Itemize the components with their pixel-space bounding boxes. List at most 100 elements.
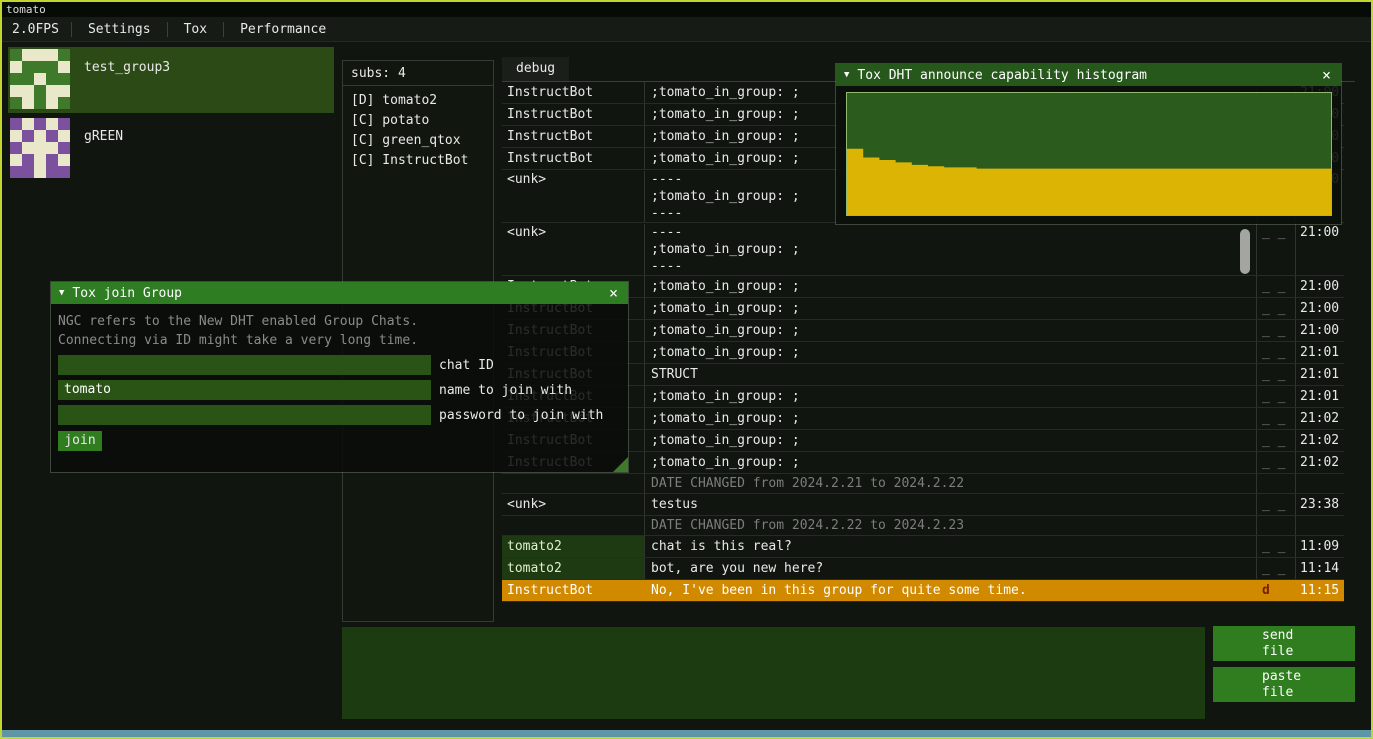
- chat-row-message: ;tomato_in_group: ;: [644, 298, 1256, 319]
- join-field-row: password to join with: [58, 405, 621, 425]
- paste-file-button[interactable]: paste file: [1213, 667, 1355, 702]
- chat-row-name: <unk>: [502, 494, 644, 515]
- avatar-pixel: [10, 49, 22, 61]
- chat-row-flags: d: [1256, 580, 1295, 601]
- avatar-pixel: [22, 118, 34, 130]
- histogram-window-titlebar[interactable]: ▼ Tox DHT announce capability histogram …: [836, 64, 1341, 86]
- chat-id-input[interactable]: [58, 355, 431, 375]
- join-name-input[interactable]: tomato: [58, 380, 431, 400]
- avatar-pixel: [34, 73, 46, 85]
- menu-item-performance[interactable]: Performance: [226, 22, 340, 37]
- menu-item-settings[interactable]: Settings: [74, 22, 165, 37]
- avatar-pixel: [22, 154, 34, 166]
- chat-row[interactable]: tomato2bot, are you new here?_ _11:14: [502, 558, 1344, 580]
- avatar-pixel: [22, 85, 34, 97]
- avatar-pixel: [22, 130, 34, 142]
- chat-row-message: No, I've been in this group for quite so…: [644, 580, 1256, 601]
- menu-separator: [71, 22, 72, 37]
- chat-row-flags: [1256, 516, 1295, 535]
- avatar-pixel: [34, 166, 46, 178]
- menu-items: Settings Tox Performance: [69, 17, 340, 41]
- avatar-pixel: [10, 118, 22, 130]
- window-title: tomato: [6, 3, 46, 16]
- collapse-arrow-icon[interactable]: ▼: [59, 288, 64, 298]
- avatar-pixel: [34, 49, 46, 61]
- send-file-button[interactable]: send file: [1213, 626, 1355, 661]
- chat-row-time: 21:00: [1295, 276, 1344, 297]
- join-field-row: tomato name to join with: [58, 380, 621, 400]
- avatar-pixel: [34, 85, 46, 97]
- avatar-pixel: [10, 85, 22, 97]
- join-password-input[interactable]: [58, 405, 431, 425]
- avatar-pixel: [46, 166, 58, 178]
- paste-file-label: paste file: [1262, 669, 1306, 701]
- collapse-arrow-icon[interactable]: ▼: [844, 70, 849, 80]
- avatar-pixel: [58, 97, 70, 109]
- chat-row[interactable]: InstructBotNo, I've been in this group f…: [502, 580, 1344, 602]
- chat-scrollbar-thumb[interactable]: [1240, 229, 1250, 274]
- subs-member[interactable]: [C] InstructBot: [343, 151, 493, 171]
- avatar-pixel: [10, 142, 22, 154]
- chat-row-message: ;tomato_in_group: ;: [644, 430, 1256, 451]
- tab-debug[interactable]: debug: [502, 57, 569, 81]
- avatar-pixel: [46, 73, 58, 85]
- contact-item-test_group3[interactable]: test_group3: [8, 47, 334, 113]
- histogram-window-body: [836, 86, 1341, 224]
- join-fields: chat ID tomato name to join with password t…: [58, 355, 621, 425]
- avatar-pixel: [46, 61, 58, 73]
- menu-item-tox[interactable]: Tox: [170, 22, 221, 37]
- contact-avatar: [10, 118, 70, 178]
- menu-separator: [167, 22, 168, 37]
- chat-row-name: <unk>: [502, 171, 644, 222]
- chat-row-name: tomato2: [502, 536, 644, 557]
- chat-row-message: DATE CHANGED from 2024.2.21 to 2024.2.22: [644, 474, 1256, 493]
- avatar-pixel: [46, 85, 58, 97]
- avatar-pixel: [22, 97, 34, 109]
- message-input[interactable]: [342, 627, 1205, 719]
- chat-row-name: [502, 474, 644, 493]
- subs-member[interactable]: [C] potato: [343, 111, 493, 131]
- avatar-pixel: [46, 118, 58, 130]
- avatar-pixel: [58, 166, 70, 178]
- close-icon[interactable]: ×: [607, 286, 620, 301]
- subs-member[interactable]: [C] green_qtox: [343, 131, 493, 151]
- join-group-window-titlebar[interactable]: ▼ Tox join Group ×: [51, 282, 628, 304]
- avatar-pixel: [34, 142, 46, 154]
- close-icon[interactable]: ×: [1320, 68, 1333, 83]
- avatar-pixel: [58, 61, 70, 73]
- join-field-row: chat ID: [58, 355, 621, 375]
- subs-list: [D] tomato2[C] potato[C] green_qtox[C] I…: [343, 91, 493, 171]
- avatar-pixel: [22, 73, 34, 85]
- join-field-label: name to join with: [439, 383, 572, 398]
- avatar-pixel: [58, 142, 70, 154]
- avatar-pixel: [34, 130, 46, 142]
- avatar-pixel: [22, 142, 34, 154]
- chat-row-message: STRUCT: [644, 364, 1256, 385]
- join-button[interactable]: join: [58, 431, 102, 451]
- avatar-pixel: [10, 97, 22, 109]
- chat-row[interactable]: <unk>testus_ _23:38: [502, 494, 1344, 516]
- chat-row-time: [1295, 516, 1344, 535]
- avatar-pixel: [58, 85, 70, 97]
- resize-handle[interactable]: [613, 457, 628, 472]
- titlebar: tomato: [2, 2, 1371, 17]
- chat-row[interactable]: <unk>---- ;tomato_in_group: ; ----_ _21:…: [502, 223, 1344, 276]
- subs-member[interactable]: [D] tomato2: [343, 91, 493, 111]
- chat-row-flags: _ _: [1256, 536, 1295, 557]
- avatar-pixel: [58, 118, 70, 130]
- chat-row-message: ;tomato_in_group: ;: [644, 408, 1256, 429]
- contact-item-gREEN[interactable]: gREEN: [8, 116, 334, 182]
- contact-name: gREEN: [84, 129, 123, 180]
- chat-row-time: 21:01: [1295, 386, 1344, 407]
- chat-row[interactable]: tomato2chat is this real?_ _11:09: [502, 536, 1344, 558]
- chat-row-name: <unk>: [502, 224, 644, 275]
- avatar-pixel: [58, 154, 70, 166]
- chat-row-time: 23:38: [1295, 494, 1344, 515]
- avatar-pixel: [46, 97, 58, 109]
- subs-header: subs: 4: [343, 61, 493, 86]
- chat-row-name: InstructBot: [502, 580, 644, 601]
- chat-row-flags: _ _: [1256, 320, 1295, 341]
- chat-row-name: InstructBot: [502, 126, 644, 147]
- chat-row-message: ;tomato_in_group: ;: [644, 342, 1256, 363]
- chat-row-time: 11:14: [1295, 558, 1344, 579]
